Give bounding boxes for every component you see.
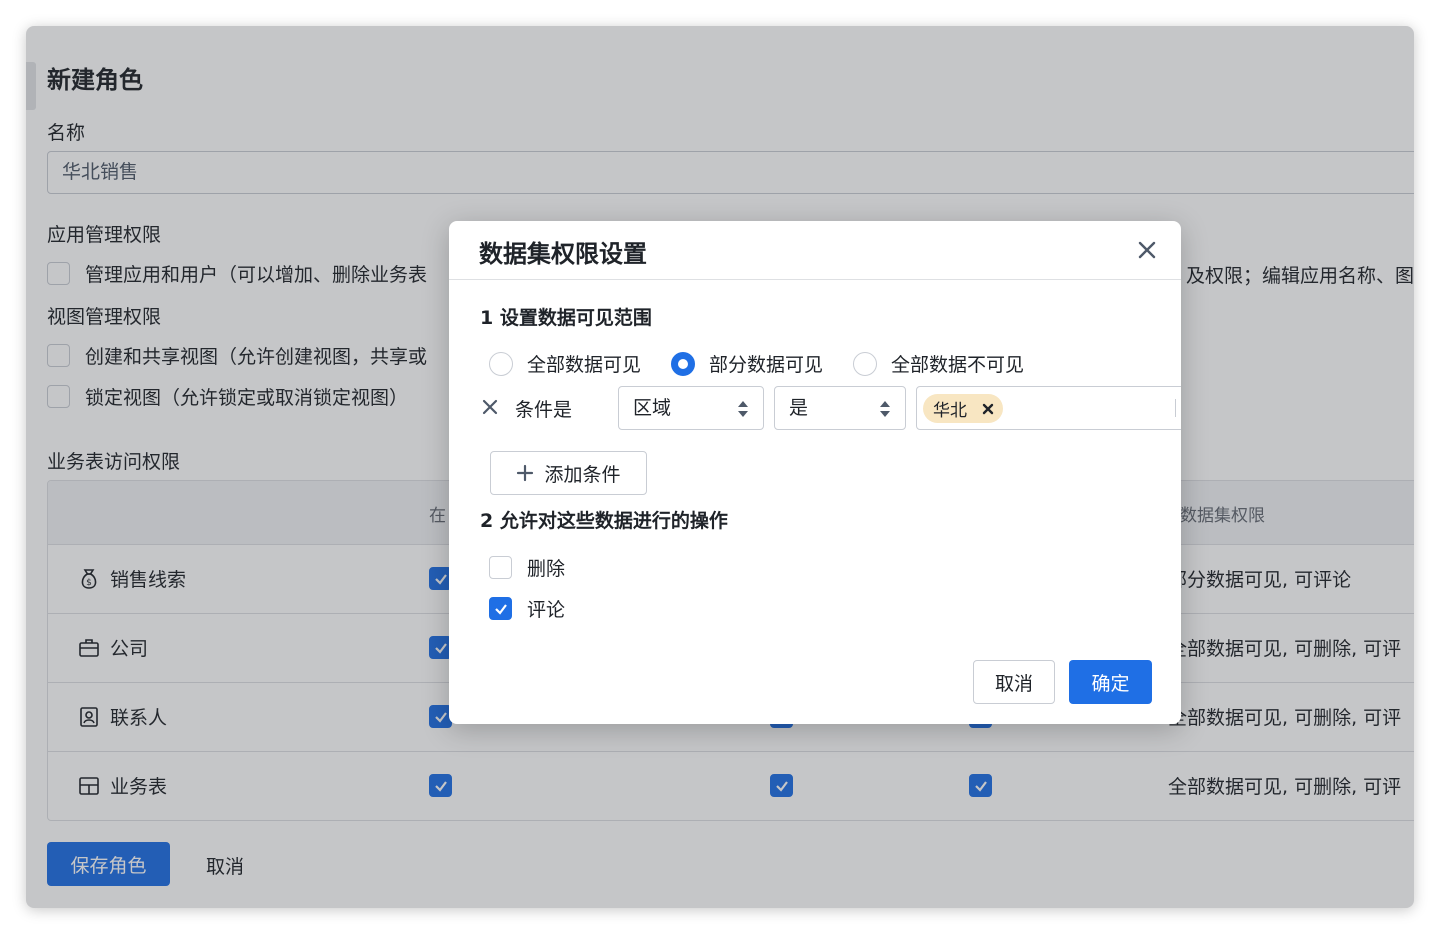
operation-delete[interactable]: 删除 bbox=[489, 554, 565, 581]
field-select[interactable]: 区域 bbox=[618, 386, 764, 430]
dialog-confirm-button[interactable]: 确定 bbox=[1069, 660, 1152, 704]
condition-row: 条件是 区域 是 华北 bbox=[449, 386, 1181, 430]
delete-checkbox[interactable] bbox=[489, 556, 512, 579]
operator-select[interactable]: 是 bbox=[774, 386, 906, 430]
plus-icon bbox=[517, 464, 534, 482]
check-icon bbox=[494, 603, 507, 615]
comment-checkbox[interactable] bbox=[489, 597, 512, 620]
radio-none-visible[interactable]: 全部数据不可见 bbox=[853, 350, 1024, 377]
dialog-cancel-button[interactable]: 取消 bbox=[973, 660, 1055, 704]
operation-comment[interactable]: 评论 bbox=[489, 595, 565, 622]
dataset-permission-dialog: 数据集权限设置 1 设置数据可见范围 全部数据可见 部分数据可见 全部数据不可见… bbox=[449, 221, 1181, 724]
dialog-header: 数据集权限设置 bbox=[449, 221, 1181, 280]
dialog-title: 数据集权限设置 bbox=[479, 240, 647, 268]
radio-button[interactable] bbox=[853, 351, 878, 376]
add-condition-button[interactable]: 添加条件 bbox=[490, 451, 647, 495]
section-allowed-operations: 2 允许对这些数据进行的操作 bbox=[480, 510, 728, 532]
condition-label: 条件是 bbox=[515, 399, 573, 421]
radio-partial-visible[interactable]: 部分数据可见 bbox=[671, 350, 823, 377]
remove-condition-icon[interactable] bbox=[481, 398, 499, 416]
section-visible-scope: 1 设置数据可见范围 bbox=[480, 307, 652, 329]
text-caret bbox=[1175, 399, 1176, 417]
select-arrows-icon bbox=[880, 401, 890, 417]
radio-button[interactable] bbox=[489, 351, 513, 376]
radio-all-visible[interactable]: 全部数据可见 bbox=[489, 350, 641, 377]
visibility-radio-group: 全部数据可见 部分数据可见 全部数据不可见 bbox=[489, 350, 1054, 377]
close-icon[interactable] bbox=[1135, 238, 1159, 262]
select-arrows-icon bbox=[738, 401, 748, 417]
remove-tag-icon[interactable] bbox=[981, 402, 995, 416]
radio-button[interactable] bbox=[671, 351, 696, 376]
value-tags-input[interactable]: 华北 bbox=[916, 386, 1181, 430]
value-tag: 华北 bbox=[923, 394, 1003, 423]
